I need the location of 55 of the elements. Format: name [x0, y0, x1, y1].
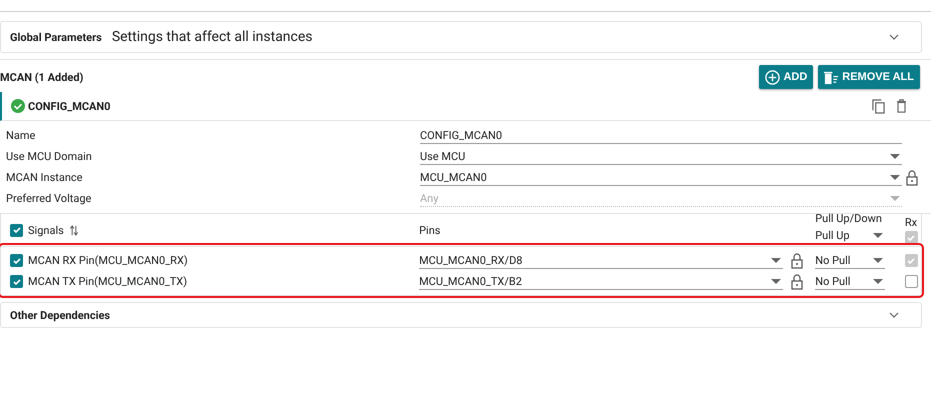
field-label: MCAN Instance	[6, 171, 84, 184]
checkmark-icon	[12, 256, 22, 266]
signal-checkbox[interactable]	[10, 254, 23, 267]
dropdown-field[interactable]: Pull Up	[815, 227, 886, 244]
field-label: Use MCU Domain	[6, 150, 93, 163]
lock-icon	[791, 252, 804, 268]
field-label: Preferred Voltage	[6, 192, 92, 205]
caret-icon	[890, 154, 900, 158]
checkmark-icon	[906, 232, 916, 242]
checkmark-icon	[12, 276, 22, 286]
other-dependencies-panel[interactable]: Other Dependencies	[0, 302, 922, 328]
rx-checkbox[interactable]	[904, 231, 918, 244]
column-header: Pull Up/Down	[815, 212, 883, 225]
copy-icon[interactable]	[872, 98, 885, 114]
select-all-checkbox[interactable]	[10, 224, 23, 236]
dropdown-field[interactable]: MCU_MCAN0	[420, 169, 902, 186]
dropdown-field[interactable]: Use MCU	[420, 148, 902, 165]
column-header: Signals	[28, 224, 64, 236]
panel-title: Global Parameters	[10, 30, 102, 44]
signal-checkbox[interactable]	[10, 275, 23, 288]
checkmark-icon	[12, 225, 22, 235]
trash-list-icon	[824, 70, 840, 84]
dropdown-field[interactable]: MCU_MCAN0_RX/D8	[419, 252, 784, 269]
lock-icon	[791, 274, 804, 290]
caret-icon	[890, 196, 900, 200]
caret-icon	[771, 258, 782, 262]
panel-title: Other Dependencies	[10, 308, 110, 322]
caret-icon	[873, 278, 884, 284]
global-parameters-panel[interactable]: Global Parameters Settings that affect all instances	[0, 21, 922, 53]
input-field[interactable]: CONFIG_MCAN0	[420, 127, 902, 144]
plus-circle-icon	[765, 70, 780, 84]
signal-label: MCAN RX Pin(MCU_MCAN0_RX)	[28, 254, 188, 267]
add-button[interactable]: ADD	[759, 65, 814, 89]
lock-icon	[906, 170, 918, 186]
caret-icon	[771, 278, 782, 284]
dropdown-field[interactable]: No Pull	[815, 273, 886, 290]
caret-icon	[873, 258, 884, 262]
chevron-icon[interactable]	[889, 34, 899, 40]
panel-description: Settings that affect all instances	[112, 29, 313, 45]
sort-icon[interactable]	[68, 224, 79, 236]
rx-checkbox[interactable]	[904, 275, 918, 288]
column-header: Rx	[904, 216, 918, 229]
caret-icon	[890, 174, 900, 180]
dropdown-field[interactable]: No Pull	[815, 252, 886, 269]
signal-label: MCAN TX Pin(MCU_MCAN0_TX)	[28, 275, 188, 288]
dropdown-field[interactable]: MCU_MCAN0_TX/B2	[419, 273, 784, 290]
column-header: Pins	[419, 224, 440, 236]
module-title: MCAN (1 Added)	[0, 70, 84, 84]
field-label: Name	[6, 129, 36, 142]
trash-icon[interactable]	[896, 99, 907, 113]
chevron-icon[interactable]	[889, 312, 899, 318]
remove-all-button[interactable]: REMOVE ALL	[818, 65, 920, 89]
checkmark-icon	[906, 256, 916, 266]
instance-name[interactable]: CONFIG_MCAN0	[28, 100, 110, 112]
caret-icon	[873, 232, 884, 238]
